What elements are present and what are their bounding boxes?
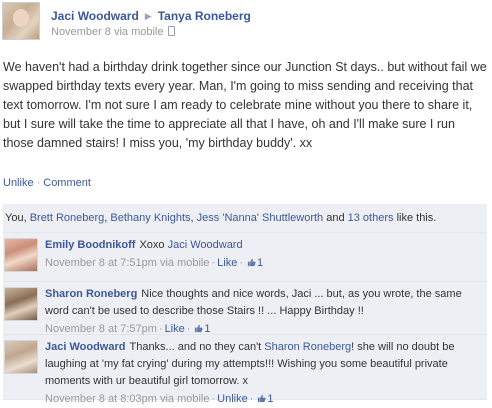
- comment-time[interactable]: November 8 at 8:03pm via mobile: [45, 393, 209, 405]
- likes-sentence: You, Brett Roneberg, Bethany Knights, Je…: [5, 212, 436, 224]
- likes-box: You, Brett Roneberg, Bethany Knights, Je…: [3, 204, 487, 233]
- commenter-avatar[interactable]: [4, 238, 38, 272]
- separator: ·: [239, 257, 243, 269]
- liker-link[interactable]: Brett Roneberg: [30, 212, 105, 224]
- comment-author-link[interactable]: Jaci Woodward: [45, 341, 125, 353]
- comment-meta: November 8 at 8:03pm via mobile · Unlike · 1: [45, 390, 485, 408]
- author-avatar[interactable]: [2, 2, 40, 40]
- others-link[interactable]: 13 others: [348, 212, 394, 224]
- likes-prefix: You,: [5, 212, 30, 224]
- separator: ·: [186, 323, 191, 335]
- post-meta: November 8 via mobile: [51, 26, 175, 38]
- comment-item: Emily Boodnikoff Xoxo Jaci Woodward Novem…: [3, 233, 487, 282]
- thumbs-up-icon: [195, 324, 204, 333]
- likes-suffix: like this.: [393, 212, 437, 224]
- thumbs-up-icon: [258, 394, 266, 403]
- separator: ·: [36, 177, 41, 189]
- comment-unlike-link[interactable]: Unlike: [217, 393, 248, 405]
- comment-mention-link[interactable]: Sharon Roneberg: [264, 341, 351, 353]
- separator: ·: [211, 393, 216, 405]
- comment-text: Thanks... and no they can't: [129, 341, 265, 353]
- comment-author-link[interactable]: Emily Boodnikoff: [45, 239, 135, 251]
- comment-mention-link[interactable]: Jaci Woodward: [168, 239, 243, 251]
- separator: ·: [211, 257, 216, 269]
- mobile-phone-icon: [167, 26, 175, 36]
- unlike-link[interactable]: Unlike: [3, 177, 34, 189]
- commenter-avatar[interactable]: [4, 340, 38, 374]
- thumbs-up-icon: [247, 258, 256, 267]
- comment-like-link[interactable]: Like: [217, 257, 237, 269]
- comment-item: Jaci Woodward Thanks... and no they can't…: [3, 335, 487, 405]
- comment-time[interactable]: November 8 at 7:57pm: [45, 323, 157, 335]
- likes-and: and: [323, 212, 348, 224]
- comment-time[interactable]: November 8 at 7:51pm via mobile: [45, 257, 209, 269]
- comment-link[interactable]: Comment: [43, 177, 91, 189]
- separator: ·: [158, 323, 163, 335]
- comment-like-count[interactable]: 1: [267, 393, 273, 405]
- liker-link[interactable]: Bethany Knights: [110, 212, 190, 224]
- post-text: We haven't had a birthday drink together…: [3, 60, 487, 150]
- comment-like-count[interactable]: 1: [257, 257, 263, 269]
- comment-body: Sharon Roneberg Nice thoughts and nice wo…: [45, 286, 485, 338]
- post-header: Jaci Woodward ▶ Tanya Roneberg November 8 …: [0, 0, 492, 44]
- comment-like-count[interactable]: 1: [204, 323, 210, 335]
- comment-meta: November 8 at 7:51pm via mobile · Like · 1: [45, 254, 485, 272]
- target-link[interactable]: Tanya Roneberg: [158, 9, 251, 23]
- comment-item: Sharon Roneberg Nice thoughts and nice wo…: [3, 282, 487, 335]
- author-link[interactable]: Jaci Woodward: [51, 9, 139, 23]
- post-names: Jaci Woodward ▶ Tanya Roneberg: [51, 9, 251, 23]
- commenter-avatar[interactable]: [4, 287, 38, 321]
- liker-link[interactable]: Jess 'Nanna' Shuttleworth: [197, 212, 324, 224]
- post-actions: Unlike · Comment: [3, 177, 91, 189]
- comment-body: Jaci Woodward Thanks... and no they can't…: [45, 339, 485, 408]
- comment-body: Emily Boodnikoff Xoxo Jaci Woodward Novem…: [45, 237, 485, 272]
- arrow-icon: ▶: [144, 11, 152, 21]
- post-date[interactable]: November 8 via mobile: [51, 26, 164, 38]
- comment-like-link[interactable]: Like: [165, 323, 185, 335]
- comment-text: Xoxo: [139, 239, 168, 251]
- comment-author-link[interactable]: Sharon Roneberg: [45, 288, 137, 300]
- separator: ·: [249, 393, 254, 405]
